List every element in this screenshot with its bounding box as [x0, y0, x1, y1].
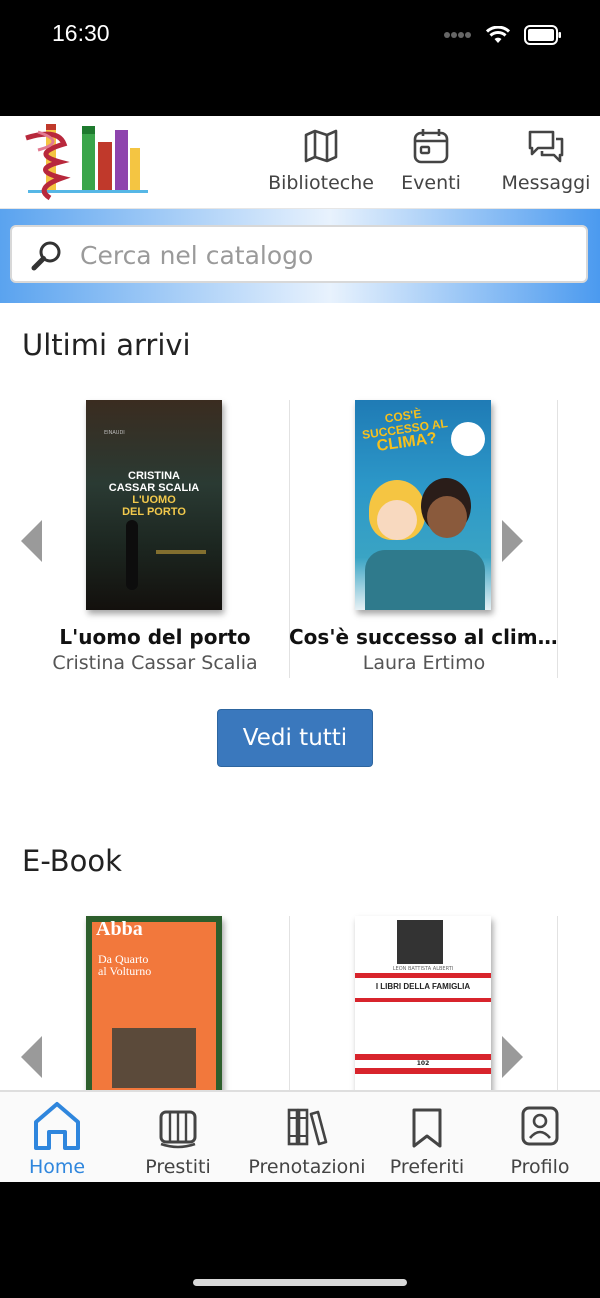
- tab-prenotazioni-label: Prenotazioni: [248, 1156, 366, 1178]
- search-input[interactable]: [78, 235, 572, 275]
- status-icons: [444, 22, 562, 48]
- signal-icon: [444, 32, 471, 38]
- section-title-ebook: E-Book: [22, 844, 122, 878]
- tab-home[interactable]: Home: [20, 1100, 94, 1178]
- carousel-prev-arrow[interactable]: [21, 520, 42, 562]
- tab-profilo[interactable]: Profilo: [505, 1100, 575, 1178]
- carousel-next-arrow[interactable]: [502, 520, 523, 562]
- library-logo[interactable]: [20, 118, 156, 206]
- nav-biblioteche-label: Biblioteche: [268, 172, 374, 194]
- bottom-tab-bar: Home Prestiti Prenotazioni Preferiti Pro…: [0, 1090, 600, 1182]
- map-icon: [304, 129, 338, 163]
- wifi-icon: [486, 26, 510, 43]
- nav-messaggi[interactable]: Messaggi: [494, 126, 598, 194]
- latest-carousel: EINAUDI CRISTINA CASSAR SCALIA L'UOMO DE…: [0, 400, 600, 680]
- calendar-icon: [413, 129, 449, 164]
- tab-preferiti-label: Preferiti: [389, 1156, 465, 1178]
- carousel-divider: [557, 916, 558, 1090]
- tab-profilo-label: Profilo: [510, 1156, 570, 1178]
- nav-eventi[interactable]: Eventi: [394, 126, 468, 194]
- tab-prestiti[interactable]: Prestiti: [140, 1100, 216, 1178]
- cover-text: LEON BATTISTA ALBERTI: [392, 966, 454, 972]
- book-cover[interactable]: EINAUDI CRISTINA CASSAR SCALIA L'UOMO DE…: [86, 400, 222, 610]
- tab-prenotazioni[interactable]: Prenotazioni: [241, 1100, 373, 1178]
- cover-text: L'UOMO: [132, 494, 176, 506]
- tab-preferiti[interactable]: Preferiti: [386, 1100, 468, 1178]
- nav-eventi-label: Eventi: [401, 172, 461, 194]
- book-title[interactable]: Cos'è successo al clim...: [289, 625, 559, 649]
- profile-icon: [521, 1106, 559, 1146]
- cover-text: CRISTINA: [128, 470, 180, 482]
- status-time: 16:30: [52, 20, 110, 46]
- battery-icon: [524, 25, 561, 45]
- tab-prestiti-label: Prestiti: [145, 1156, 211, 1178]
- cover-text: Abba: [96, 918, 143, 940]
- home-icon: [34, 1102, 80, 1150]
- cover-text: 102: [416, 1060, 430, 1067]
- book-title[interactable]: L'uomo del porto: [20, 625, 290, 649]
- search-band: [0, 209, 600, 303]
- chat-icon: [528, 130, 564, 163]
- carousel-prev-arrow[interactable]: [21, 1036, 42, 1078]
- nav-messaggi-label: Messaggi: [501, 172, 591, 194]
- ebook-carousel: Abba Da Quarto al Volturno LEON BATTISTA…: [0, 916, 600, 1126]
- book-author: Laura Ertimo: [362, 652, 486, 674]
- app-header: Biblioteche Eventi Messaggi: [0, 116, 600, 210]
- book-cover[interactable]: COS'È SUCCESSO AL CLIMA?: [355, 400, 491, 610]
- see-all-button[interactable]: Vedi tutti: [217, 709, 373, 767]
- cover-text: CASSAR SCALIA: [108, 482, 200, 494]
- cover-publisher: EINAUDI: [104, 430, 125, 436]
- book-author: Cristina Cassar Scalia: [52, 652, 258, 674]
- cover-text: I LIBRI DELLA FAMIGLIA: [375, 982, 471, 991]
- cover-text: al Volturno: [98, 964, 152, 978]
- status-bar: 16:30: [0, 0, 600, 70]
- app-screen: Biblioteche Eventi Messaggi Cerca nel ca…: [0, 116, 600, 1182]
- search-box[interactable]: [10, 225, 588, 283]
- bookmark-icon: [412, 1108, 442, 1148]
- carousel-next-arrow[interactable]: [502, 1036, 523, 1078]
- home-indicator[interactable]: [193, 1279, 407, 1286]
- cover-text: DEL PORTO: [122, 506, 186, 518]
- tab-home-label: Home: [28, 1156, 86, 1178]
- books-shelf-icon: [287, 1108, 328, 1146]
- book-open-icon: [159, 1110, 197, 1149]
- search-icon: [31, 241, 61, 271]
- carousel-divider: [289, 916, 290, 1090]
- section-title-latest: Ultimi arrivi: [22, 328, 191, 362]
- nav-biblioteche[interactable]: Biblioteche: [262, 126, 380, 194]
